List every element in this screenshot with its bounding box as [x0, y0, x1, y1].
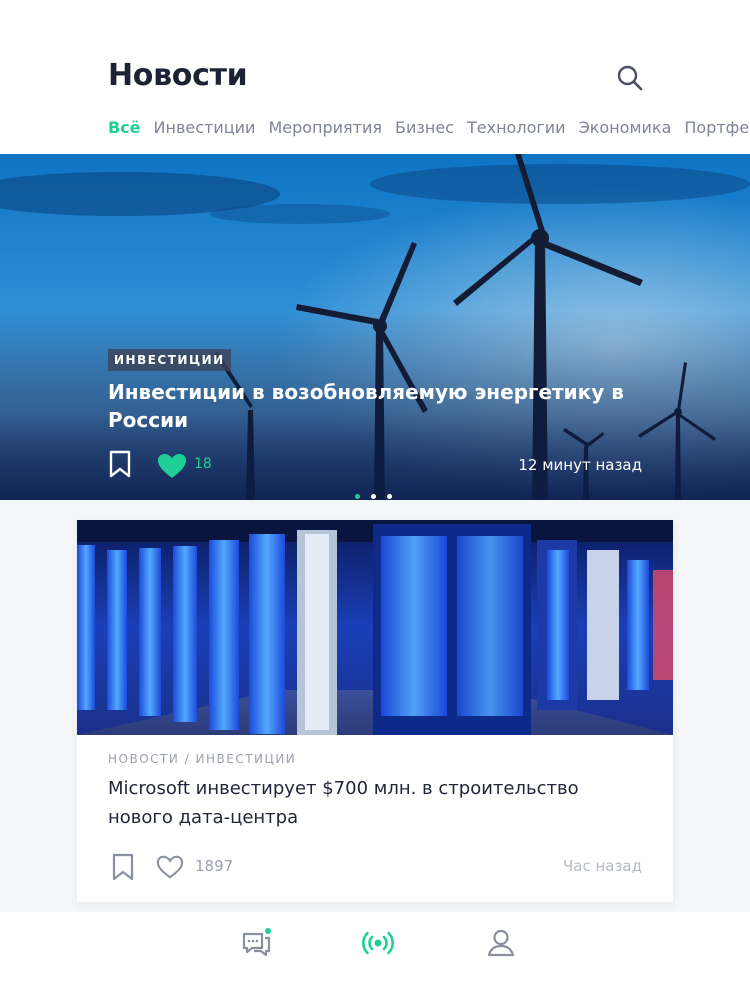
chat-icon[interactable]	[240, 926, 274, 960]
carousel-dot-1[interactable]	[355, 494, 360, 499]
hero-like-count: 18	[194, 456, 212, 472]
broadcast-icon[interactable]	[361, 926, 395, 960]
notification-dot	[265, 928, 271, 934]
tab-technology[interactable]: Технологии	[467, 118, 566, 137]
article-title[interactable]: Microsoft инвестирует $700 млн. в строит…	[108, 774, 628, 832]
carousel-dots	[355, 484, 403, 499]
article-category: НОВОСТИ / ИНВЕСТИЦИИ	[108, 752, 297, 766]
profile-icon[interactable]	[484, 926, 518, 960]
bottom-navigation	[0, 912, 750, 1000]
tab-portfolio[interactable]: Портфель	[684, 118, 750, 137]
bookmark-icon[interactable]	[111, 853, 135, 881]
hero-title[interactable]: Инвестиции в возобновляемую энергетику в…	[108, 378, 668, 434]
article-card[interactable]: НОВОСТИ / ИНВЕСТИЦИИ Microsoft инвестиру…	[77, 520, 673, 902]
carousel-dot-3[interactable]	[387, 494, 392, 499]
article-timestamp: Час назад	[562, 857, 642, 875]
news-screen: Новости Всё Инвестиции Мероприятия Бизнес Те…	[0, 0, 750, 1000]
heart-filled-icon[interactable]	[157, 453, 187, 479]
article-image-data-center	[77, 520, 673, 735]
tab-events[interactable]: Мероприятия	[268, 118, 382, 137]
carousel-dot-2[interactable]	[371, 494, 376, 499]
tab-investments[interactable]: Инвестиции	[154, 118, 256, 137]
page-title: Новости	[108, 58, 248, 93]
search-icon[interactable]	[614, 62, 646, 94]
article-like-count: 1897	[195, 857, 234, 875]
hero-timestamp: 12 минут назад	[518, 456, 642, 474]
tab-business[interactable]: Бизнес	[395, 118, 454, 137]
bookmark-icon[interactable]	[108, 450, 132, 478]
tab-economy[interactable]: Экономика	[579, 118, 672, 137]
hero-image-wind-turbines	[0, 154, 750, 500]
featured-article[interactable]: ИНВЕСТИЦИИ Инвестиции в возобновляемую э…	[0, 154, 750, 500]
category-tabs: Всё Инвестиции Мероприятия Бизнес Технологии…	[108, 118, 750, 142]
header: Новости Всё Инвестиции Мероприятия Бизнес Те…	[0, 0, 750, 154]
hero-category-badge: ИНВЕСТИЦИИ	[108, 349, 231, 371]
heart-outline-icon[interactable]	[156, 854, 184, 880]
tab-all[interactable]: Всё	[108, 118, 141, 137]
